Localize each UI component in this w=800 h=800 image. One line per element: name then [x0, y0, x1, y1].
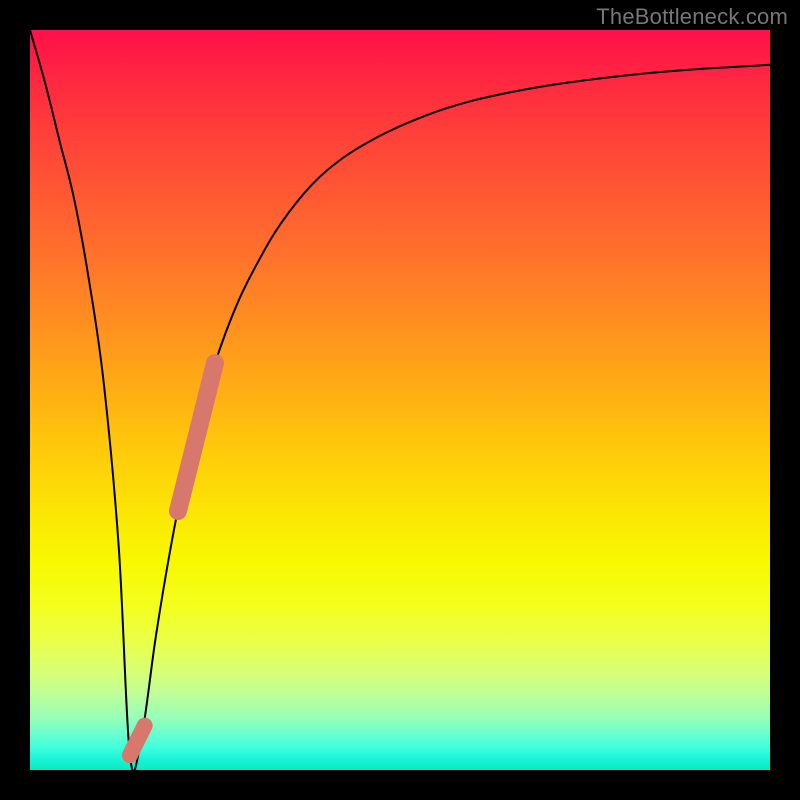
highlight-hook — [130, 726, 145, 756]
bottleneck-curve — [30, 30, 770, 770]
watermark-text: TheBottleneck.com — [596, 4, 788, 30]
chart-frame: TheBottleneck.com — [0, 0, 800, 800]
chart-svg — [30, 30, 770, 770]
plot-area — [30, 30, 770, 770]
highlight-segment — [178, 363, 215, 511]
